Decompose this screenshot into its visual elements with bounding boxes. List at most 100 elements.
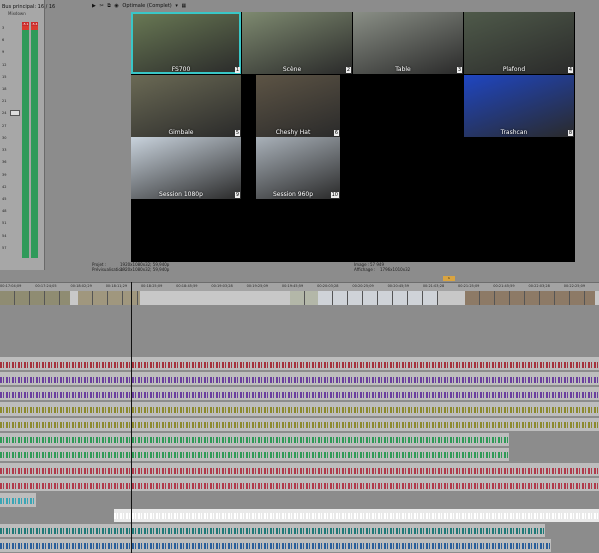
vu-meter-left [22,26,29,258]
audio-track[interactable] [0,462,599,477]
db-tick: 12 [2,62,7,67]
camera-angle-label: Table [395,66,411,73]
timecode-label: 00:18:02;29 [70,284,92,288]
camera-angle-number: 2 [345,67,351,73]
db-tick: 24 [2,111,7,116]
timecode-label: 00:17:24;05 [35,284,57,288]
camera-angle-label: Trashcan [500,129,528,136]
audio-track[interactable] [0,492,599,507]
playhead[interactable] [131,282,132,553]
audio-track[interactable] [0,432,599,447]
cut-icon[interactable]: ✂ [99,3,103,9]
audio-clip[interactable] [113,508,599,522]
video-clip[interactable] [0,291,70,305]
audio-clip[interactable] [0,372,599,386]
camera-angle-8[interactable]: Trashcan 8 [464,75,574,137]
waveform [0,407,599,414]
db-scale: 3 6 9 12 15 18 21 24 27 30 33 36 39 42 45 48 51 54 57 [2,26,16,258]
audio-clip[interactable] [0,478,599,492]
video-clip[interactable] [318,291,438,305]
audio-tracks [0,356,599,553]
camera-angle-label: Scène [282,66,302,73]
mixdown-label: Mixdown [8,11,26,16]
audio-clip[interactable] [0,417,599,431]
video-track[interactable] [0,291,599,305]
db-tick: 45 [2,196,7,201]
chevron-down-icon[interactable]: ▾ [175,3,178,9]
camera-angle-number: 10 [330,192,339,198]
db-tick: 6 [2,38,5,43]
camera-angle-label: Gimbale [168,129,194,136]
audio-track[interactable] [0,523,599,538]
db-tick: 54 [2,233,7,238]
camera-angle-number: 6 [333,130,339,136]
camera-angle-5[interactable]: Gimbale 5 [131,75,241,137]
video-clip[interactable] [465,291,595,305]
db-tick: 3 [2,26,5,30]
audio-track[interactable] [0,447,599,462]
preview-info: Projet : 1920x1080x32; 59,940p Prévisual… [92,262,572,274]
audio-clip[interactable] [0,493,36,507]
timecode-label: 00:21:25;09 [458,284,480,288]
play-icon[interactable]: ▶ [92,3,96,9]
camera-angle-4[interactable]: Plafond 4 [464,12,574,74]
audio-track[interactable] [0,477,599,492]
timecode-label: 00:20:25;09 [352,284,374,288]
camera-angle-10[interactable]: Session 960p 10 [256,137,340,199]
preview-toolbar: ▶ ✂ ⧉ ◉ Optimale (Complet) ▾ ▦ [92,3,188,11]
camera-angle-number: 3 [456,67,462,73]
db-tick: 9 [2,50,5,55]
vu-meter-right [31,26,38,258]
timecode-label: 00:21:03;28 [422,284,445,288]
audio-clip[interactable] [0,387,599,401]
grid-icon[interactable]: ▦ [181,3,186,9]
audio-track[interactable] [0,401,599,416]
bus-title-label: Bus principal [2,4,35,10]
waveform [0,543,552,550]
db-tick: 33 [2,148,7,153]
snapshot-icon[interactable]: ◉ [114,3,118,9]
waveform [0,391,599,398]
camera-angle-label: Session 1080p [159,191,203,198]
audio-clip[interactable] [0,538,552,552]
bus-title: Bus principal: 16 / 16 [2,4,56,10]
audio-track[interactable] [0,371,599,386]
audio-clip[interactable] [0,447,510,462]
camera-angle-label: Plafond [502,66,526,73]
db-tick: 15 [2,74,7,79]
camera-angle-1[interactable]: FS700 1 [131,12,241,74]
audio-clip[interactable] [0,523,546,537]
camera-angle-3[interactable]: Table 3 [353,12,463,74]
audio-clip[interactable] [0,402,599,416]
camera-angle-number: 9 [234,192,240,198]
audio-track[interactable] [0,508,599,523]
db-tick: 51 [2,221,7,226]
timecode-label: 00:18:25;09 [140,284,163,288]
camera-angle-9[interactable]: Session 1080p 9 [131,137,241,199]
audio-clip[interactable] [0,463,599,477]
timeline-marker[interactable]: 1 [443,276,455,281]
display-value: 1796x1010x32 [380,267,411,272]
camera-angle-number: 8 [567,130,573,136]
camera-angle-number: 1 [234,67,240,73]
waveform [0,376,599,383]
mode-dropdown[interactable]: Optimale (Complet) [122,3,171,9]
camera-angle-number: 5 [234,130,240,136]
timecode-label: 00:21:45;59 [493,284,515,288]
camera-angle-6[interactable]: Cheshy Hat 6 [256,75,340,137]
audio-clip[interactable] [0,432,510,446]
waveform [0,497,36,504]
camera-angle-number: 4 [567,67,573,73]
audio-track[interactable] [0,538,599,553]
bus-counter: 16 / 16 [37,4,56,10]
copy-icon[interactable]: ⧉ [107,3,111,9]
video-clip[interactable] [290,291,318,305]
timecode-label: 00:19:03;28 [211,284,233,288]
audio-clip[interactable] [0,357,599,371]
multicam-preview[interactable]: FS700 1 Scène 2 Table 3 Plafond 4 Gimbale 5 Cheshy… [131,12,575,262]
camera-angle-label: Session 960p [272,191,314,198]
audio-track[interactable] [0,356,599,371]
camera-angle-2[interactable]: Scène 2 [242,12,352,74]
audio-track[interactable] [0,386,599,401]
audio-track[interactable] [0,417,599,432]
